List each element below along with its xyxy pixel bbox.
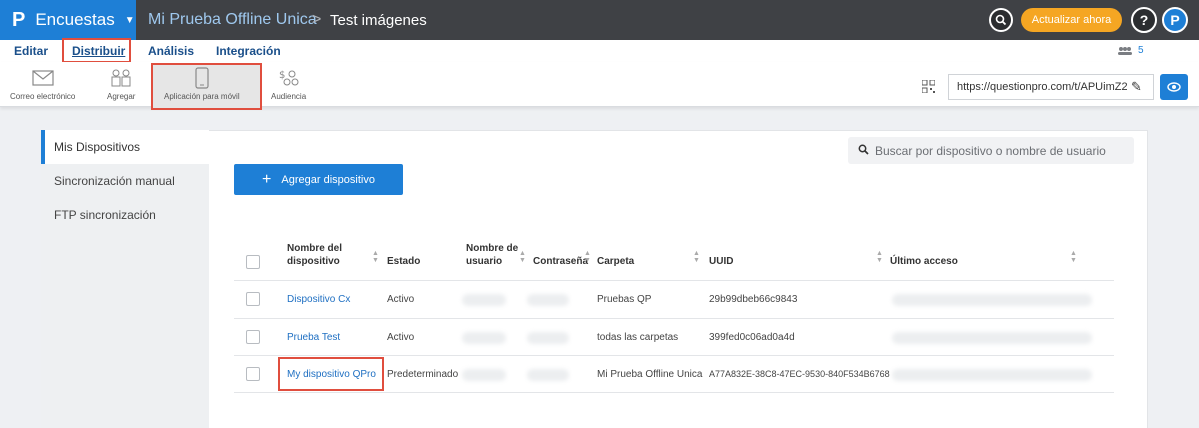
- device-folder: Pruebas QP: [597, 294, 652, 305]
- help-button[interactable]: ?: [1131, 7, 1157, 33]
- device-folder: todas las carpetas: [597, 332, 679, 343]
- tool-mobile-app-label: Aplicación para móvil: [164, 92, 240, 101]
- preview-button[interactable]: [1160, 74, 1188, 100]
- qr-code-icon[interactable]: [921, 79, 936, 96]
- tool-email-label: Correo electrónico: [10, 92, 76, 101]
- device-name-link[interactable]: Dispositivo Cx: [287, 294, 350, 305]
- redacted-last-access: [892, 369, 1092, 381]
- breadcrumb-survey[interactable]: Mi Prueba Offline Unica: [148, 11, 317, 29]
- tool-email[interactable]: Correo electrónico: [10, 66, 75, 101]
- row-divider: [234, 355, 1114, 356]
- users-icon: [1118, 47, 1132, 55]
- sort-icon[interactable]: ▲ ▼: [372, 250, 379, 264]
- product-name: Encuestas: [35, 10, 115, 29]
- header-password[interactable]: Contraseña: [533, 255, 588, 268]
- search-input[interactable]: [875, 143, 1125, 158]
- tool-audience-label: Audiencia: [271, 92, 307, 101]
- tool-audience[interactable]: $ Audiencia: [271, 66, 306, 101]
- header-folder[interactable]: Carpeta: [597, 255, 634, 268]
- pencil-icon[interactable]: ✎: [1131, 79, 1142, 95]
- plus-icon: +: [262, 170, 272, 188]
- users-count[interactable]: 5: [1138, 45, 1144, 56]
- caret-down-icon: ▼: [124, 14, 135, 26]
- sort-icon[interactable]: ▲ ▼: [1070, 250, 1077, 264]
- redacted-last-access: [892, 332, 1092, 344]
- redacted-password: [527, 369, 569, 381]
- row-checkbox[interactable]: [246, 292, 260, 306]
- device-uuid: 29b99dbeb66c9843: [709, 294, 798, 305]
- sidebar-item-my-devices[interactable]: Mis Dispositivos: [41, 130, 209, 164]
- header-device-name[interactable]: Nombre del dispositivo: [287, 242, 342, 268]
- menu-analisis[interactable]: Análisis: [148, 44, 194, 58]
- mobile-icon: [195, 67, 209, 89]
- row-divider: [234, 392, 1114, 393]
- tool-mobile-app[interactable]: Aplicación para móvil: [164, 66, 240, 101]
- tool-add[interactable]: Agregar: [107, 66, 135, 101]
- questionpro-logo: P: [12, 8, 26, 31]
- add-device-button[interactable]: + Agregar dispositivo: [234, 164, 403, 195]
- distribuir-highlight: [62, 38, 131, 63]
- audience-icon: $: [279, 70, 299, 86]
- header-uuid[interactable]: UUID: [709, 255, 733, 268]
- header-last-access[interactable]: Último acceso: [890, 255, 958, 268]
- survey-url-field[interactable]: https://questionpro.com/t/APUimZ2 ✎: [948, 74, 1154, 100]
- row-checkbox[interactable]: [246, 330, 260, 344]
- device-search[interactable]: [848, 137, 1134, 164]
- sort-icon[interactable]: ▲ ▼: [584, 250, 591, 264]
- redacted-password: [527, 294, 569, 306]
- add-device-label: Agregar dispositivo: [281, 173, 375, 186]
- tool-add-label: Agregar: [107, 92, 136, 101]
- device-status: Activo: [387, 294, 415, 305]
- device-uuid: A77A832E-38C8-47EC-9530-840F534B6768: [709, 369, 890, 379]
- sidebar-item-ftp-sync[interactable]: FTP sincronización: [41, 198, 209, 232]
- menu-integracion[interactable]: Integración: [216, 44, 281, 58]
- sort-icon[interactable]: ▲ ▼: [693, 250, 700, 264]
- row-divider: [234, 318, 1114, 319]
- redacted-last-access: [892, 294, 1092, 306]
- eye-icon: [1167, 82, 1181, 92]
- menu-editar[interactable]: Editar: [14, 44, 48, 58]
- device-uuid: 399fed0c06ad0a4d: [709, 332, 795, 343]
- header-username[interactable]: Nombre de usuario: [466, 242, 518, 268]
- device-status: Activo: [387, 332, 415, 343]
- product-switcher[interactable]: P Encuestas ▼: [0, 0, 136, 40]
- row-divider: [234, 280, 1114, 281]
- redacted-username: [462, 369, 506, 381]
- header-status[interactable]: Estado: [387, 255, 420, 268]
- sidebar: Mis Dispositivos Sincronización manual F…: [41, 130, 209, 428]
- row-checkbox[interactable]: [246, 367, 260, 381]
- redacted-password: [527, 332, 569, 344]
- update-now-button[interactable]: Actualizar ahora: [1021, 8, 1122, 32]
- sort-icon[interactable]: ▲ ▼: [876, 250, 883, 264]
- breadcrumb-separator: >: [312, 11, 322, 28]
- search-button[interactable]: [989, 8, 1013, 32]
- redacted-username: [462, 294, 506, 306]
- device-folder: Mi Prueba Offline Unica: [597, 369, 703, 380]
- device-name-link[interactable]: Prueba Test: [287, 332, 340, 343]
- sidebar-item-manual-sync[interactable]: Sincronización manual: [41, 164, 209, 198]
- user-menu-button[interactable]: P: [1162, 7, 1188, 33]
- search-icon: [858, 144, 869, 158]
- search-icon: [995, 14, 1007, 26]
- redacted-username: [462, 332, 506, 344]
- envelope-icon: [32, 70, 54, 86]
- device-name-highlight: [278, 357, 384, 391]
- svg-text:$: $: [279, 70, 285, 81]
- select-all-checkbox[interactable]: [246, 255, 260, 269]
- sort-icon[interactable]: ▲ ▼: [519, 250, 526, 264]
- survey-url[interactable]: https://questionpro.com/t/APUimZ2: [957, 81, 1127, 93]
- people-icon: [111, 69, 131, 87]
- breadcrumb-page: Test imágenes: [330, 12, 427, 29]
- device-status: Predeterminado: [387, 369, 459, 380]
